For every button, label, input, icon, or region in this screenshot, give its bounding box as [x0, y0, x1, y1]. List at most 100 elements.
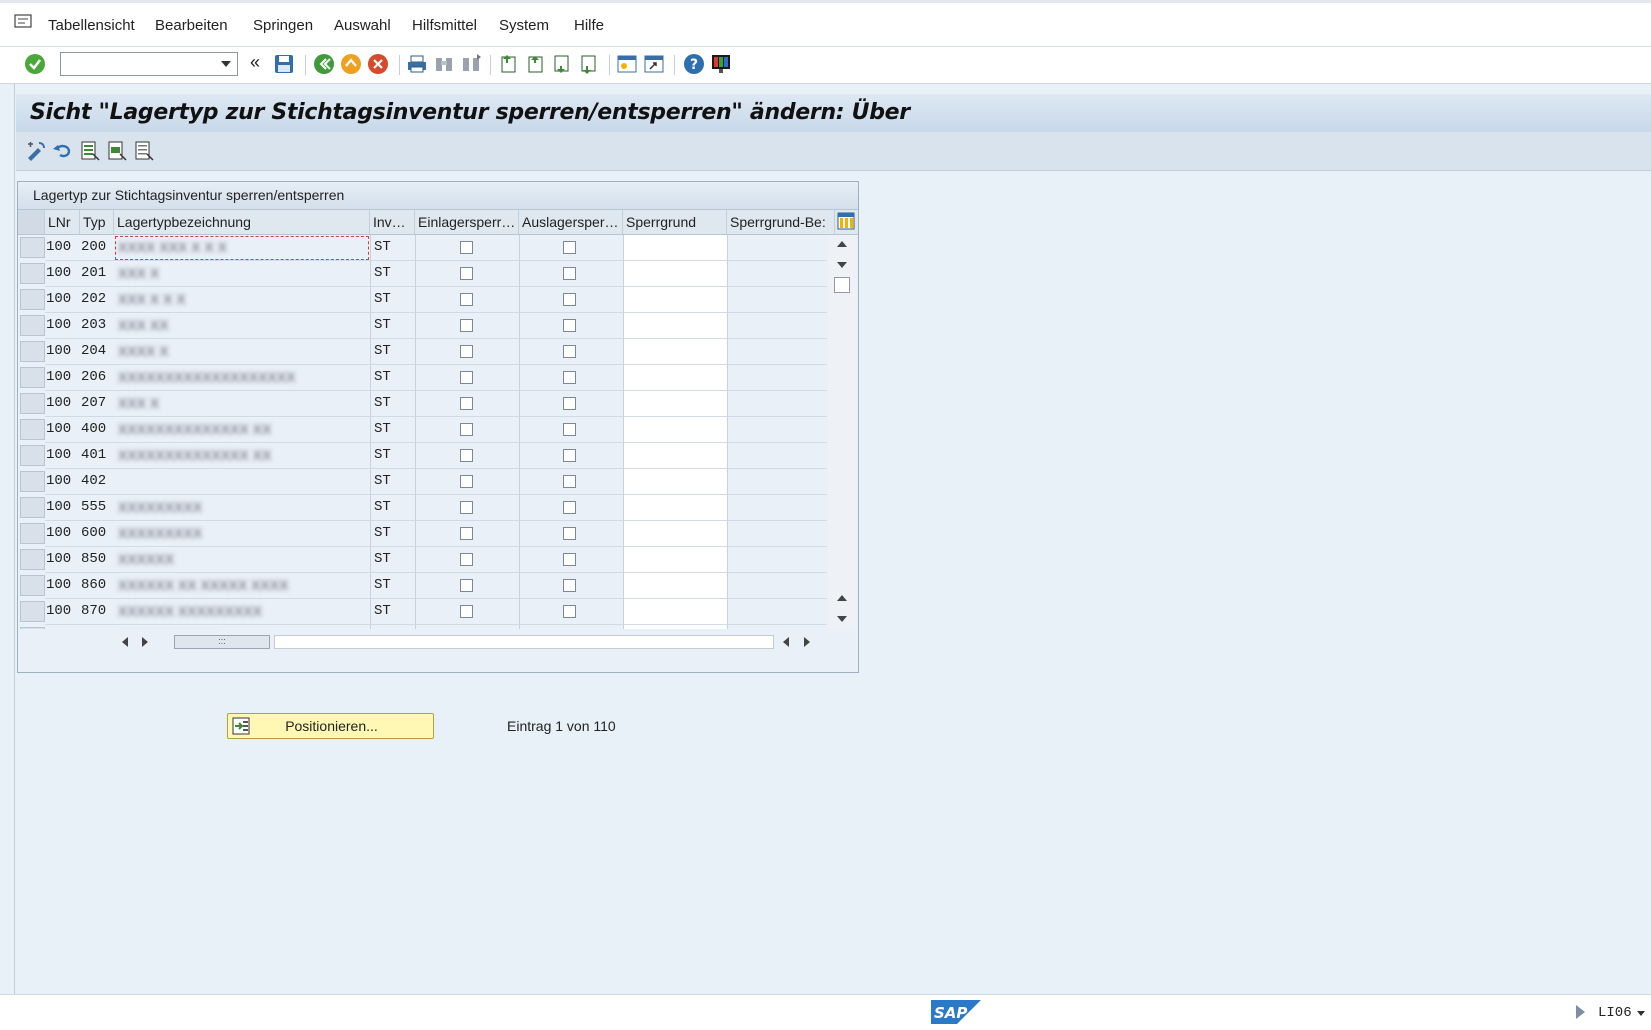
scroll-thumb[interactable]	[834, 277, 850, 293]
first-page-icon[interactable]	[498, 53, 520, 75]
undo-icon[interactable]	[52, 140, 74, 162]
row-selector[interactable]	[20, 341, 45, 362]
einlagersperre-checkbox[interactable]	[460, 423, 473, 436]
scroll-right-end-icon[interactable]	[804, 637, 810, 647]
position-button[interactable]: Positionieren...	[227, 713, 434, 739]
column-header-lagertypbezeichnung[interactable]: Lagertypbezeichnung	[114, 210, 370, 234]
print-icon[interactable]	[406, 53, 428, 75]
column-header-einlagersperre[interactable]: Einlagersperr…	[415, 210, 519, 234]
einlagersperre-checkbox[interactable]	[460, 501, 473, 514]
transaction-code[interactable]: LI06	[1598, 1005, 1632, 1021]
confirm-icon[interactable]	[24, 53, 46, 75]
einlagersperre-checkbox[interactable]	[460, 475, 473, 488]
auslagersperre-checkbox[interactable]	[563, 553, 576, 566]
sperrgrund-input[interactable]	[623, 547, 727, 573]
row-selector[interactable]	[20, 315, 45, 336]
auslagersperre-checkbox[interactable]	[563, 345, 576, 358]
sperrgrund-input[interactable]	[623, 469, 727, 495]
auslagersperre-checkbox[interactable]	[563, 449, 576, 462]
row-selector[interactable]	[20, 393, 45, 414]
einlagersperre-checkbox[interactable]	[460, 553, 473, 566]
scroll-down-icon[interactable]	[837, 262, 847, 268]
auslagersperre-checkbox[interactable]	[563, 527, 576, 540]
sperrgrund-input[interactable]	[623, 365, 727, 391]
auslagersperre-checkbox[interactable]	[563, 475, 576, 488]
auslagersperre-checkbox[interactable]	[563, 319, 576, 332]
einlagersperre-checkbox[interactable]	[460, 449, 473, 462]
find-next-icon[interactable]	[460, 53, 482, 75]
row-selector[interactable]	[20, 367, 45, 388]
new-session-icon[interactable]	[616, 53, 638, 75]
einlagersperre-checkbox[interactable]	[460, 241, 473, 254]
menu-springen[interactable]: Springen	[253, 17, 313, 34]
row-selector[interactable]	[20, 289, 45, 310]
auslagersperre-checkbox[interactable]	[563, 241, 576, 254]
horizontal-scroll-thumb[interactable]: :::	[174, 635, 270, 649]
row-selector[interactable]	[20, 523, 45, 544]
row-selector[interactable]	[20, 419, 45, 440]
menu-bearbeiten[interactable]: Bearbeiten	[155, 17, 228, 34]
auslagersperre-checkbox[interactable]	[563, 293, 576, 306]
select-all-rows-button[interactable]	[18, 210, 45, 234]
sperrgrund-input[interactable]	[623, 573, 727, 599]
previous-page-icon[interactable]	[525, 53, 547, 75]
help-icon[interactable]: ?	[683, 53, 705, 75]
column-header-auslagersperre[interactable]: Auslagersper…	[519, 210, 623, 234]
save-icon[interactable]	[273, 53, 295, 75]
scroll-page-down-icon[interactable]	[837, 616, 847, 622]
horizontal-scrollbar[interactable]: :::	[114, 632, 828, 652]
horizontal-scroll-track[interactable]	[274, 635, 774, 649]
scroll-right-icon[interactable]	[142, 637, 148, 647]
select-block-icon[interactable]	[106, 140, 128, 162]
einlagersperre-checkbox[interactable]	[460, 293, 473, 306]
einlagersperre-checkbox[interactable]	[460, 319, 473, 332]
sperrgrund-input[interactable]	[623, 495, 727, 521]
menu-hilfsmittel[interactable]: Hilfsmittel	[412, 17, 477, 34]
menu-hilfe[interactable]: Hilfe	[574, 17, 604, 34]
back-icon[interactable]	[313, 53, 335, 75]
sperrgrund-input[interactable]	[623, 391, 727, 417]
column-settings-icon[interactable]	[837, 212, 855, 230]
menu-system[interactable]: System	[499, 17, 549, 34]
column-header-sperrgrund-bezeichnung[interactable]: Sperrgrund-Be:	[727, 210, 835, 234]
command-field[interactable]	[60, 52, 238, 76]
auslagersperre-checkbox[interactable]	[563, 423, 576, 436]
menu-tabellensicht[interactable]: Tabellensicht	[48, 17, 135, 34]
vertical-scrollbar[interactable]	[828, 235, 856, 629]
scroll-left-end-icon[interactable]	[783, 637, 789, 647]
find-icon[interactable]	[433, 53, 455, 75]
einlagersperre-checkbox[interactable]	[460, 397, 473, 410]
auslagersperre-checkbox[interactable]	[563, 267, 576, 280]
sperrgrund-input[interactable]	[623, 287, 727, 313]
sperrgrund-input[interactable]	[623, 313, 727, 339]
chevron-down-icon[interactable]	[221, 61, 231, 67]
row-selector[interactable]	[20, 549, 45, 570]
row-selector[interactable]	[20, 627, 45, 629]
column-header-lnr[interactable]: LNr	[45, 210, 80, 234]
sperrgrund-input[interactable]	[623, 599, 727, 625]
sperrgrund-input[interactable]	[623, 339, 727, 365]
sperrgrund-input[interactable]	[623, 261, 727, 287]
collapse-toolbar-icon[interactable]: «	[250, 52, 260, 73]
sperrgrund-input[interactable]	[623, 625, 727, 629]
column-header-sperrgrund[interactable]: Sperrgrund	[623, 210, 727, 234]
einlagersperre-checkbox[interactable]	[460, 579, 473, 592]
sperrgrund-input[interactable]	[623, 417, 727, 443]
auslagersperre-checkbox[interactable]	[563, 397, 576, 410]
sperrgrund-input[interactable]	[623, 235, 727, 261]
display-change-icon[interactable]	[25, 140, 47, 162]
exit-icon[interactable]	[340, 53, 362, 75]
scroll-left-icon[interactable]	[122, 637, 128, 647]
einlagersperre-checkbox[interactable]	[460, 267, 473, 280]
einlagersperre-checkbox[interactable]	[460, 345, 473, 358]
row-selector[interactable]	[20, 497, 45, 518]
auslagersperre-checkbox[interactable]	[563, 605, 576, 618]
row-selector[interactable]	[20, 445, 45, 466]
auslagersperre-checkbox[interactable]	[563, 371, 576, 384]
deselect-all-icon[interactable]	[133, 140, 155, 162]
column-header-inventur[interactable]: Inv…	[370, 210, 415, 234]
row-selector[interactable]	[20, 471, 45, 492]
auslagersperre-checkbox[interactable]	[563, 579, 576, 592]
shortcut-icon[interactable]	[643, 53, 665, 75]
auslagersperre-checkbox[interactable]	[563, 501, 576, 514]
